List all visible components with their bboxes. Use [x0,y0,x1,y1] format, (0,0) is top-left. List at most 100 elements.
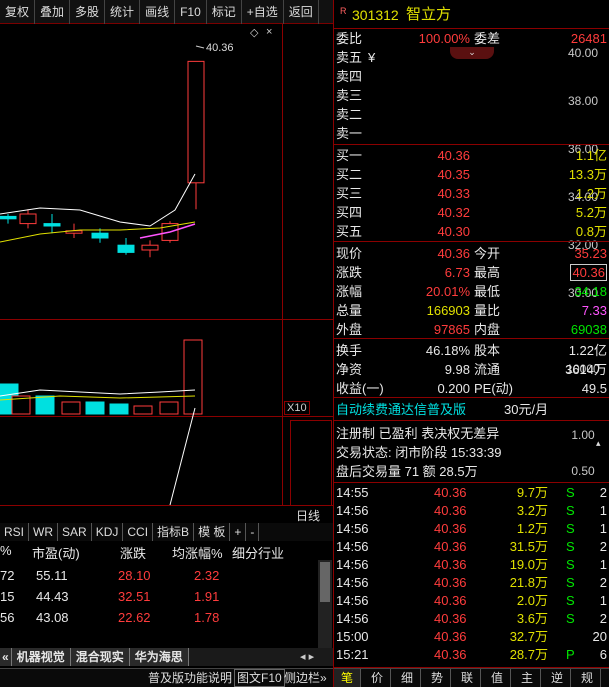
tick-row: 14:56 40.36 3.2万 S 1 [336,503,607,518]
volume-bar [109,403,129,415]
sidebar-toggle[interactable]: 侧边栏» [284,669,327,687]
indicator-tab-1[interactable]: WR [29,523,59,541]
table-cell: 1.78 [194,610,220,625]
tab-scroll-icon[interactable]: ◂ ▸ [300,648,314,666]
tick-row: 14:56 40.36 3.6万 S 2 [336,611,607,626]
volume-bar [183,339,203,415]
indicator-tab-6[interactable]: 模 板 [194,523,231,541]
toolbar-btn-0[interactable]: 复权 [0,0,36,24]
detail-tab-0[interactable]: 笔 [334,669,361,687]
info-line1: 注册制 已盈利 表决权无差异 [336,426,500,441]
toolbar-btn-2[interactable]: 多股 [70,0,106,24]
promo-row[interactable]: 自动续费通达信普及版 30元/月 [334,400,609,419]
period-label: 日线 [296,509,321,523]
f10-link[interactable]: 图文F10 [234,669,285,687]
candle-body [91,232,109,239]
sector-tab-0[interactable]: 机器视觉 [11,648,71,666]
tab-arrow-left[interactable]: « [0,648,12,666]
toolbar-btn-3[interactable]: 统计 [105,0,141,24]
sell-row: 卖三 [336,88,363,103]
detail-tab-3[interactable]: 势 [424,669,451,687]
indicator-tab-4[interactable]: CCI [123,523,154,541]
volume-bar [159,401,179,415]
sell-row: 卖一 [336,126,363,141]
detail-tab-4[interactable]: 联 [454,669,481,687]
stock-table: % 市盈(动) 涨跌 均涨幅% 细分行业 72 55.11 28.10 2.32 15 44.43 3… [0,541,333,646]
table-cell: 2.32 [194,568,220,583]
quote-row: 涨跌 6.73 最高 40.36 [336,264,607,281]
indicator-tab-2[interactable]: SAR [58,523,92,541]
sell-row: 卖二 [336,107,363,122]
candle-body [43,223,61,227]
scroll-up-icon[interactable]: ▴ [596,438,608,448]
candle-body [141,244,159,251]
quote-row: 涨幅 20.01% 最低 34.18 [336,284,607,299]
chart-toolbar: 复权 叠加 多股 统计 画线 F10 标记 +自选 返回 [0,0,333,24]
detail-tab-6[interactable]: 主 [514,669,541,687]
buy-row[interactable]: 买三 40.33 1.2万 [334,184,609,203]
table-scrollbar[interactable] [318,560,332,648]
fundamental-row: 收益(一) 0.200 PE(动) 49.5 [336,381,607,396]
indicator-line [169,407,196,506]
table-cell: 44.43 [36,589,69,604]
sector-tab-2[interactable]: 华为海思 [129,648,189,666]
quote-row: 总量 166903 量比 7.33 [336,303,607,318]
table-header[interactable]: 均涨幅% [172,543,223,562]
detail-tab-7[interactable]: 逆 [544,669,571,687]
scrollbar-thumb[interactable] [320,562,330,602]
volume-bar [85,401,105,415]
buy-row[interactable]: 买五 40.30 0.8万 [334,222,609,241]
table-cell: 72 [0,568,15,583]
table-header[interactable]: % [0,543,12,558]
table-cell: 28.10 [118,568,151,583]
table-cell: 56 [0,610,15,625]
kline-chart[interactable] [0,24,282,506]
table-cell: 15 [0,589,15,604]
toolbar-btn-4[interactable]: 画线 [140,0,176,24]
indicator-tab-7[interactable]: + [230,523,247,541]
tick-row: 14:55 40.36 9.7万 S 2 [336,485,607,500]
stock-name: 智立方 [406,6,452,23]
volume-unit-label: X10 [284,401,310,415]
table-cell: 32.51 [118,589,151,604]
detail-tab-1[interactable]: 价 [364,669,391,687]
stock-code: 301312 [352,7,399,23]
toolbar-btn-5[interactable]: F10 [175,0,207,24]
sell-row: 卖五 ¥ [336,50,376,65]
buy-row[interactable]: 买一 40.36 1.1亿 [334,146,609,165]
table-cell: 55.11 [36,568,68,583]
candle-body [187,60,205,184]
volume-bar [133,405,153,415]
help-link[interactable]: 普及版功能说明 [148,669,232,687]
axis-divider [282,24,283,505]
tick-row: 14:56 40.36 1.2万 S 1 [336,521,607,536]
sector-tabs: « 机器视觉 混合现实 华为海思 [0,648,333,666]
quote-panel: R 301312 智立方 委比 100.00% 委差 26481 ⌄ 卖五 ¥ 卖四… [333,0,609,687]
candle-body [117,244,135,253]
indicator-tab-8[interactable]: - [246,523,260,541]
detail-tab-8[interactable]: 规 [574,669,601,687]
indicator-tab-5[interactable]: 指标B [153,523,195,541]
detail-tab-5[interactable]: 值 [484,669,511,687]
table-header[interactable]: 市盈(动) [32,543,80,562]
info-line2: 交易状态: 闭市阶段 15:33:39 [336,445,502,460]
tick-row: 15:21 40.36 28.7万 P 6 [336,647,607,662]
quote-row: 现价 40.36 今开 35.23 [336,246,607,261]
sector-tab-1[interactable]: 混合现实 [70,648,130,666]
buy-row[interactable]: 买二 40.35 13.3万 [334,165,609,184]
toolbar-btn-6[interactable]: 标记 [207,0,242,24]
indicator-tab-3[interactable]: KDJ [92,523,124,541]
detail-tab-2[interactable]: 细 [394,669,421,687]
quote-row: 外盘 97865 内盘 69038 [336,322,607,337]
tick-row: 14:56 40.36 21.8万 S 2 [336,575,607,590]
table-header[interactable]: 细分行业 [232,543,284,562]
toolbar-btn-8[interactable]: 返回 [284,0,319,24]
toolbar-btn-7[interactable]: +自选 [242,0,284,24]
indicator-tab-0[interactable]: RSI [0,523,30,541]
toolbar-btn-1[interactable]: 叠加 [35,0,71,24]
buy-row[interactable]: 买四 40.32 5.2万 [334,203,609,222]
table-cell: 22.62 [118,610,151,625]
info-line3: 盘后交易量 71 额 28.5万 [336,464,478,479]
tick-row: 14:56 40.36 19.0万 S 1 [336,557,607,572]
table-header[interactable]: 涨跌 [120,543,146,562]
